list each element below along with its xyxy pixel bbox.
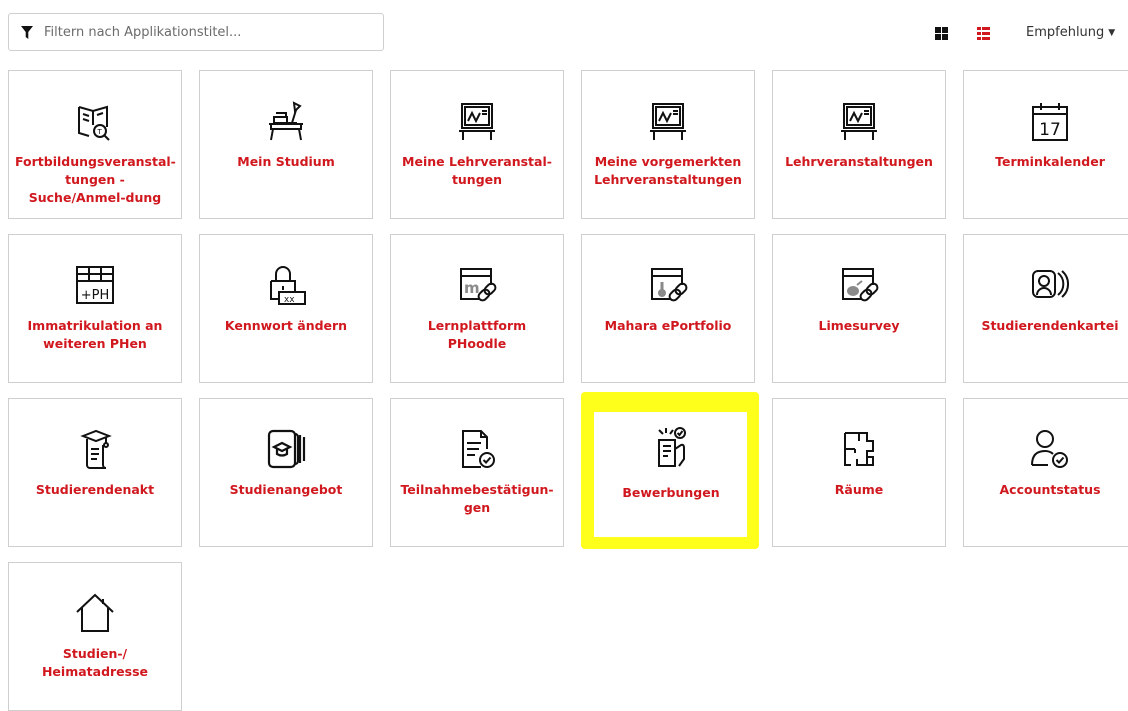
student-card-icon bbox=[1032, 270, 1069, 298]
house-icon bbox=[76, 593, 114, 632]
sort-dropdown[interactable]: Empfehlung ▼ bbox=[1026, 25, 1115, 40]
filter-input[interactable] bbox=[42, 23, 366, 41]
caret-down-icon: ▼ bbox=[1108, 28, 1116, 38]
tile-bewerbungen[interactable]: Bewerbungen bbox=[598, 415, 744, 534]
tile-label: Studienangebot bbox=[229, 482, 343, 497]
user-check-icon bbox=[1031, 430, 1068, 468]
filter-icon bbox=[21, 25, 33, 39]
tile-immatrikulation[interactable]: +PH Immatrikulation an weiteren PHen bbox=[8, 234, 182, 383]
tile-label: Teilnahmebestätigun-gen bbox=[400, 482, 554, 515]
tile-label: Studien-/ Heimatadresse bbox=[41, 646, 149, 679]
tile-label: Mahara ePortfolio bbox=[604, 318, 732, 333]
tile-label: Lehrveranstaltungen bbox=[785, 154, 933, 169]
tile-terminkalender[interactable]: 17 Terminkalender bbox=[963, 70, 1128, 219]
tile-teilnahmebestaetigungen[interactable]: Teilnahmebestätigun-gen bbox=[390, 398, 564, 547]
floorplan-icon bbox=[844, 432, 874, 466]
password-lock-icon: xx_ bbox=[270, 266, 306, 305]
tile-label: Mein Studium bbox=[237, 154, 335, 169]
enrollment-icon: +PH bbox=[76, 266, 114, 304]
tile-studierendenakt[interactable]: Studierendenakt bbox=[8, 398, 182, 547]
tile-accountstatus[interactable]: Accountstatus bbox=[963, 398, 1128, 547]
tile-label: Studierendenkartei bbox=[981, 318, 1119, 333]
svg-text:T: T bbox=[97, 128, 103, 136]
enrollment-icon-text: +PH bbox=[81, 288, 110, 303]
svg-text:m: m bbox=[464, 279, 480, 297]
tile-mein-studium[interactable]: Mein Studium bbox=[199, 70, 373, 219]
tile-label: Terminkalender bbox=[995, 154, 1105, 169]
tile-label: Meine vorgemerkten Lehrveranstaltungen bbox=[594, 154, 742, 187]
filter-box[interactable] bbox=[8, 13, 384, 51]
calendar-icon: 17 bbox=[1032, 103, 1068, 141]
tile-meine-lehrveranstaltungen[interactable]: Meine Lehrveranstal-tungen bbox=[390, 70, 564, 219]
tile-label: Kennwort ändern bbox=[224, 318, 348, 333]
book-search-icon: T bbox=[78, 105, 110, 141]
tile-label: Meine Lehrveranstal-tungen bbox=[402, 154, 552, 187]
tile-limesurvey[interactable]: Limesurvey bbox=[772, 234, 946, 383]
tile-label: Fortbildungsveranstal-tungen - Suche/Anm… bbox=[15, 154, 176, 205]
tile-studienangebot[interactable]: Studienangebot bbox=[199, 398, 373, 547]
tile-lehrveranstaltungen[interactable]: Lehrveranstaltungen bbox=[772, 70, 946, 219]
moodle-link-icon: m bbox=[460, 268, 497, 302]
tile-label: Studierendenakt bbox=[35, 482, 155, 497]
tile-label: Limesurvey bbox=[818, 318, 900, 333]
tile-label: Räume bbox=[834, 482, 884, 497]
tile-mahara-eportfolio[interactable]: Mahara ePortfolio bbox=[581, 234, 755, 383]
course-catalog-icon bbox=[267, 429, 306, 469]
blackboard-icon bbox=[459, 103, 495, 140]
tile-label: Immatrikulation an weiteren PHen bbox=[27, 318, 163, 351]
tile-kennwort-aendern[interactable]: xx_ Kennwort ändern bbox=[199, 234, 373, 383]
tile-meine-vorgemerkten-lehrveranstaltungen[interactable]: Meine vorgemerkten Lehrveranstaltungen bbox=[581, 70, 755, 219]
tile-label: Bewerbungen bbox=[622, 485, 720, 500]
tile-fortbildungsveranstaltungen[interactable]: T Fortbildungsveranstal-tungen - Suche/A… bbox=[8, 70, 182, 219]
sort-label: Empfehlung bbox=[1026, 25, 1105, 40]
tile-label: Accountstatus bbox=[999, 482, 1101, 497]
application-icon bbox=[658, 427, 686, 467]
password-lock-icon-text: xx_ bbox=[284, 295, 301, 305]
study-desk-icon bbox=[269, 101, 303, 141]
tile-raeume[interactable]: Räume bbox=[772, 398, 946, 547]
tile-studierendenkartei[interactable]: Studierendenkartei bbox=[963, 234, 1128, 383]
blackboard-icon bbox=[841, 103, 877, 140]
list-view-icon[interactable] bbox=[977, 27, 990, 40]
calendar-icon-text: 17 bbox=[1039, 120, 1061, 140]
tile-label: Lernplattform PHoodle bbox=[427, 318, 527, 351]
blackboard-icon bbox=[650, 103, 686, 140]
mahara-link-icon bbox=[651, 268, 688, 302]
scroll-graduate-icon bbox=[80, 429, 112, 469]
document-check-icon bbox=[462, 430, 495, 468]
limesurvey-link-icon bbox=[842, 268, 879, 302]
tile-studien-heimatadresse[interactable]: Studien-/ Heimatadresse bbox=[8, 562, 182, 711]
grid-view-icon[interactable] bbox=[935, 27, 948, 40]
tile-lernplattform-phoodle[interactable]: m Lernplattform PHoodle bbox=[390, 234, 564, 383]
